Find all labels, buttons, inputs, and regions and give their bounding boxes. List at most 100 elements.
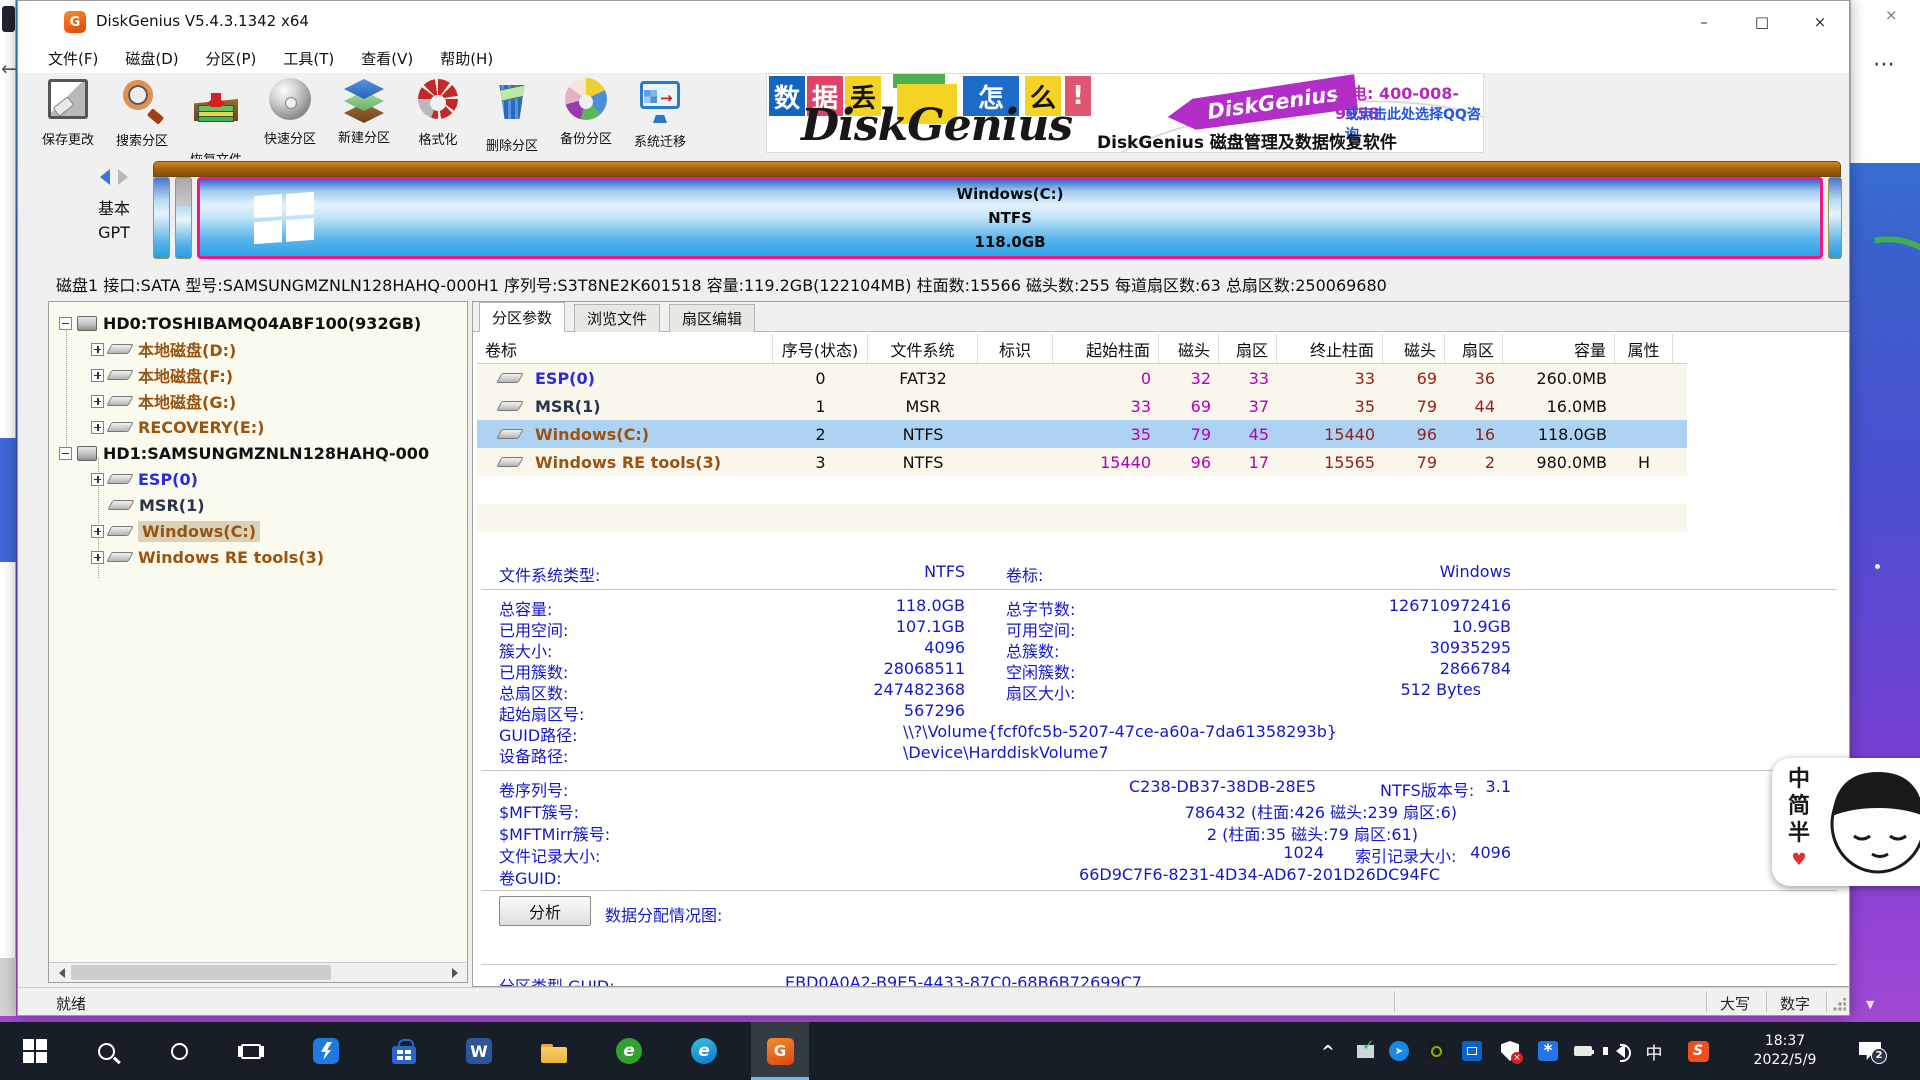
minimize-button[interactable]: – bbox=[1675, 1, 1733, 43]
app-logo-icon: G bbox=[64, 11, 86, 33]
collapse-icon[interactable] bbox=[59, 447, 72, 460]
expand-icon[interactable] bbox=[91, 395, 104, 408]
tree-item-g[interactable]: 本地磁盘(G:) bbox=[91, 388, 236, 414]
collapse-icon[interactable] bbox=[59, 317, 72, 330]
disk-header-bar[interactable] bbox=[153, 161, 1841, 177]
ellipsis-menu-icon[interactable]: ⋯ bbox=[1873, 52, 1896, 77]
partition-windows-c[interactable]: Windows(C:) NTFS 118.0GB bbox=[197, 177, 1823, 259]
cartoon-face bbox=[1816, 758, 1920, 886]
table-row[interactable]: Windows RE tools(3) 3 NTFS 15440 96 17 1… bbox=[477, 448, 1687, 476]
notification-center-button[interactable]: 2 bbox=[1850, 1022, 1890, 1080]
expand-icon[interactable] bbox=[91, 343, 104, 356]
window-title: DiskGenius V5.4.3.1342 x64 bbox=[96, 12, 309, 30]
delete-partition-button[interactable]: 删除分区 bbox=[476, 75, 548, 157]
battery-indicator[interactable] bbox=[1570, 1022, 1596, 1080]
tree-item-esp[interactable]: ESP(0) bbox=[91, 466, 198, 492]
table-row-empty bbox=[477, 504, 1687, 532]
search-partition-button[interactable]: 搜索分区 bbox=[106, 75, 178, 157]
partition-strip-esp[interactable] bbox=[153, 177, 170, 259]
menu-partition[interactable]: 分区(P) bbox=[206, 48, 257, 69]
format-button[interactable]: 格式化 bbox=[402, 75, 474, 157]
quick-partition-button[interactable]: 快速分区 bbox=[254, 75, 326, 157]
menu-file[interactable]: 文件(F) bbox=[48, 48, 98, 69]
tree-item-f[interactable]: 本地磁盘(F:) bbox=[91, 362, 233, 388]
clock[interactable]: 18:372022/5/9 bbox=[1735, 1022, 1835, 1080]
background-window-left: ← bbox=[0, 0, 16, 1016]
close-button[interactable]: × bbox=[1791, 1, 1849, 43]
next-disk-icon[interactable] bbox=[118, 169, 136, 185]
recover-files-button[interactable]: 恢复文件 bbox=[180, 75, 252, 157]
menu-disk[interactable]: 磁盘(D) bbox=[125, 48, 178, 69]
tree-item-windows-c[interactable]: Windows(C:) bbox=[91, 518, 260, 544]
tree-item-hd1[interactable]: HD1:SAMSUNGMZNLN128HAHQ-000 bbox=[59, 440, 429, 466]
background-close-icon[interactable]: × bbox=[1885, 6, 1898, 24]
scroll-left-button[interactable] bbox=[49, 963, 69, 982]
expand-icon[interactable] bbox=[91, 551, 104, 564]
menu-view[interactable]: 查看(V) bbox=[361, 48, 413, 69]
tab-partition-params[interactable]: 分区参数 bbox=[479, 302, 565, 332]
menu-tools[interactable]: 工具(T) bbox=[283, 48, 334, 69]
maximize-button[interactable]: □ bbox=[1733, 1, 1791, 43]
partition-icon bbox=[496, 401, 523, 411]
disk-info-line: 磁盘1 接口:SATA 型号:SAMSUNGMZNLN128HAHQ-000H1… bbox=[18, 267, 1849, 299]
tray-icon-4[interactable] bbox=[1459, 1022, 1485, 1080]
ad-banner[interactable]: 数 据 丢 怎 么 ! DiskGenius DiskGenius 致电: 40… bbox=[766, 73, 1484, 153]
partition-strip-msr[interactable] bbox=[175, 177, 192, 259]
partition-strip-re[interactable] bbox=[1828, 177, 1842, 259]
table-row[interactable]: MSR(1) 1 MSR 33 69 37 35 79 44 16.0MB bbox=[477, 392, 1687, 420]
tray-icon-5[interactable]: × bbox=[1497, 1022, 1523, 1080]
taskbar-search-button[interactable] bbox=[92, 1022, 120, 1080]
prev-disk-icon[interactable] bbox=[92, 169, 110, 185]
tray-icon-6[interactable]: * bbox=[1535, 1022, 1561, 1080]
scrollbar-thumb[interactable] bbox=[71, 965, 331, 980]
detail-label: 卷GUID: bbox=[499, 865, 562, 889]
store-button[interactable] bbox=[390, 1022, 418, 1080]
resize-grip[interactable] bbox=[1832, 998, 1846, 1012]
start-button[interactable] bbox=[21, 1022, 49, 1080]
tree-item-hd0[interactable]: HD0:TOSHIBAMQ04ABF100(932GB) bbox=[59, 310, 421, 336]
tree-item-msr[interactable]: MSR(1) bbox=[110, 492, 205, 518]
heart-icon: ♥ bbox=[1786, 847, 1812, 874]
expand-icon[interactable] bbox=[91, 525, 104, 538]
tray-icon-1[interactable]: ✓ bbox=[1352, 1022, 1378, 1080]
tree-item-d[interactable]: 本地磁盘(D:) bbox=[91, 336, 236, 362]
back-arrow-icon[interactable]: ← bbox=[1, 58, 17, 80]
detail-value: 30935295 bbox=[1013, 638, 1511, 657]
title-bar[interactable]: G DiskGenius V5.4.3.1342 x64 – □ × bbox=[18, 1, 1849, 43]
scroll-down-arrow-icon[interactable]: ▼ bbox=[1866, 998, 1874, 1011]
word-button[interactable]: W bbox=[465, 1022, 493, 1080]
diskgenius-taskbar-button[interactable]: G bbox=[766, 1022, 794, 1080]
expand-icon[interactable] bbox=[91, 473, 104, 486]
sogou-tray-button[interactable]: S bbox=[1684, 1022, 1712, 1080]
scroll-right-button[interactable] bbox=[447, 963, 467, 982]
tab-browse-files[interactable]: 浏览文件 bbox=[574, 304, 660, 332]
tray-icon-2[interactable]: ➤ bbox=[1386, 1022, 1412, 1080]
volume-indicator[interactable] bbox=[1604, 1022, 1630, 1080]
expand-icon[interactable] bbox=[91, 369, 104, 382]
analyze-button[interactable]: 分析 bbox=[499, 896, 591, 926]
tree-horizontal-scrollbar[interactable] bbox=[49, 962, 467, 982]
sogou-icon: S bbox=[1688, 1041, 1709, 1062]
new-partition-button[interactable]: 新建分区 bbox=[328, 75, 400, 157]
file-explorer-button[interactable] bbox=[540, 1022, 568, 1080]
tray-expand-button[interactable]: ^ bbox=[1316, 1022, 1340, 1080]
ime-indicator[interactable]: 中 bbox=[1641, 1022, 1667, 1080]
edge-button[interactable]: e bbox=[690, 1022, 718, 1080]
table-row-selected[interactable]: Windows(C:) 2 NTFS 35 79 45 15440 96 16 … bbox=[477, 420, 1687, 448]
tree-item-windows-re[interactable]: Windows RE tools(3) bbox=[91, 544, 324, 570]
diskgenius-window: G DiskGenius V5.4.3.1342 x64 – □ × 文件(F)… bbox=[17, 0, 1850, 1016]
tab-sector-edit[interactable]: 扇区编辑 bbox=[669, 304, 755, 332]
cortana-button[interactable] bbox=[165, 1022, 193, 1080]
system-migration-button[interactable]: 系统迁移 bbox=[624, 75, 696, 157]
backup-partition-button[interactable]: 备份分区 bbox=[550, 75, 622, 157]
save-changes-button[interactable]: 保存更改 bbox=[32, 75, 104, 157]
table-row[interactable]: ESP(0) 0 FAT32 0 32 33 33 69 36 260.0MB bbox=[477, 364, 1687, 392]
menu-help[interactable]: 帮助(H) bbox=[440, 48, 493, 69]
task-view-button[interactable] bbox=[236, 1022, 266, 1080]
tray-icon-3[interactable] bbox=[1423, 1022, 1449, 1080]
tree-item-recovery[interactable]: RECOVERY(E:) bbox=[91, 414, 264, 440]
expand-icon[interactable] bbox=[91, 421, 104, 434]
browser-green-button[interactable]: e bbox=[615, 1022, 643, 1080]
pinned-app-1[interactable] bbox=[312, 1022, 340, 1080]
pie-icon bbox=[562, 78, 610, 126]
